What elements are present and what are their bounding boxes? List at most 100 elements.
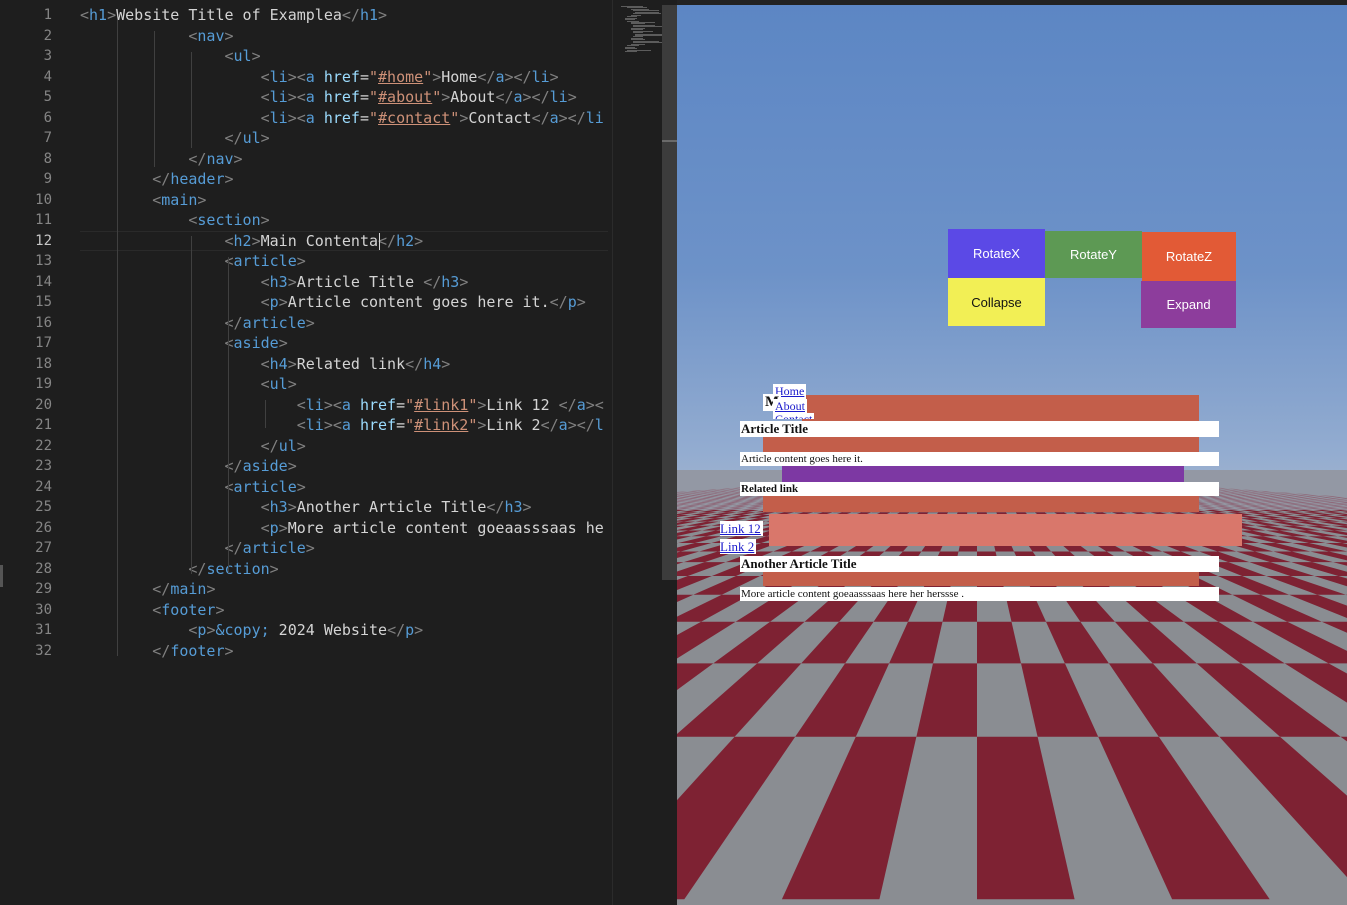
code-line[interactable]: </article>: [80, 538, 608, 559]
code-line[interactable]: <li><a href="#about">About</a></li>: [80, 87, 608, 108]
code-token: li: [269, 88, 288, 106]
code-token: >: [107, 6, 117, 24]
code-line[interactable]: <article>: [80, 477, 608, 498]
code-token: href: [359, 395, 397, 414]
code-line[interactable]: <main>: [80, 190, 608, 211]
code-token: <: [224, 231, 234, 250]
code-token: >: [278, 518, 288, 537]
rendered-nav-contact-link[interactable]: Contact: [773, 413, 815, 419]
code-line[interactable]: <li><a href="#link1">Link 12 </a><: [80, 395, 608, 416]
code-token: >: [459, 108, 469, 127]
code-editor[interactable]: 1 2 3 4 5 6 7 8 9 10 11 12 13 14 15 16 17 18 19 20 21 22 23 24 2…: [0, 0, 677, 905]
code-token: p: [567, 293, 577, 311]
code-line[interactable]: </article>: [80, 313, 608, 334]
code-line[interactable]: </section>: [80, 559, 608, 580]
code-line[interactable]: <h3>Article Title </h3>: [80, 272, 608, 293]
indent-guide: [117, 20, 118, 656]
rendered-nav-about-link[interactable]: About: [773, 399, 807, 414]
code-line[interactable]: <ul>: [80, 46, 608, 67]
code-line[interactable]: </nav>: [80, 149, 608, 170]
code-token: main: [161, 190, 198, 209]
code-line[interactable]: </ul>: [80, 436, 608, 457]
code-line[interactable]: </aside>: [80, 456, 608, 477]
code-line[interactable]: <h4>Related link</h4>: [80, 354, 608, 375]
code-line[interactable]: <ul>: [80, 374, 608, 395]
code-token: &copy;: [215, 621, 270, 639]
code-token: <: [260, 498, 270, 516]
code-token: a: [341, 416, 351, 434]
code-line[interactable]: <article>: [80, 251, 608, 272]
code-token: ><: [323, 416, 342, 434]
code-line[interactable]: </main>: [80, 579, 608, 600]
code-line[interactable]: <h1>Website Title of Examplea</h1>: [80, 5, 608, 26]
line-number: 25: [35, 499, 52, 515]
code-line[interactable]: <h2>Main Contenta</h2>: [80, 231, 608, 252]
3d-viewport[interactable]: RotateX RotateY RotateZ Collapse Expand …: [677, 0, 1347, 905]
rendered-link-2[interactable]: Link 2: [720, 539, 757, 554]
code-token: ul: [242, 129, 261, 147]
editor-scrollbar[interactable]: [662, 0, 677, 905]
code-token: >: [260, 211, 270, 229]
code-token: <: [260, 518, 270, 537]
code-line[interactable]: <h3>Another Article Title</h3>: [80, 497, 608, 518]
code-token: h1: [359, 6, 379, 24]
code-token: >: [224, 641, 234, 660]
code-line[interactable]: </ul>: [80, 128, 608, 149]
code-token: Contact: [468, 108, 532, 127]
code-line[interactable]: <section>: [80, 210, 608, 231]
rendered-link-12[interactable]: Link 12: [720, 521, 763, 536]
code-line[interactable]: </footer>: [80, 641, 608, 662]
line-number: 13: [35, 253, 52, 269]
code-token: h3: [504, 498, 523, 516]
code-token: <: [260, 108, 270, 127]
rotate-y-button[interactable]: RotateY: [1045, 231, 1142, 278]
code-area[interactable]: <h1>Website Title of Examplea</h1> <nav>…: [80, 5, 608, 661]
code-line[interactable]: <nav>: [80, 26, 608, 47]
code-line[interactable]: <p>&copy; 2024 Website</p>: [80, 620, 608, 641]
rendered-article-text: Article content goes here it.: [740, 452, 1219, 466]
code-line[interactable]: <footer>: [80, 600, 608, 621]
code-token: >: [441, 88, 451, 106]
layer-bar: [802, 395, 1199, 422]
code-line[interactable]: <p>Article content goes here it.</p>: [80, 292, 608, 313]
code-token: ": [450, 108, 460, 127]
line-number: 12: [35, 232, 52, 249]
scrollbar-thumb[interactable]: [662, 5, 677, 580]
code-token: p: [269, 518, 279, 537]
code-line[interactable]: <aside>: [80, 333, 608, 354]
rendered-related-title: Related link: [740, 482, 1219, 496]
code-line[interactable]: <li><a href="#contact">Contact</a></li: [80, 108, 608, 129]
rotate-z-button[interactable]: RotateZ: [1142, 232, 1236, 281]
rotate-x-button[interactable]: RotateX: [948, 229, 1045, 278]
code-token: >: [287, 498, 297, 516]
code-token: >: [296, 477, 306, 496]
code-token: >: [414, 621, 424, 639]
code-token: >: [224, 170, 234, 188]
indent-guide: [191, 236, 192, 574]
code-token: More article content goeaasssaas he: [287, 518, 604, 537]
code-token: >: [251, 231, 261, 250]
code-token: ></: [558, 108, 586, 127]
code-line[interactable]: <li><a href="#home">Home</a></li>: [80, 67, 608, 88]
minimap[interactable]: [612, 0, 665, 905]
code-token: <: [152, 190, 162, 209]
code-line[interactable]: <p>More article content goeaasssaas he: [80, 518, 608, 539]
code-line[interactable]: <li><a href="#link2">Link 2</a></l: [80, 415, 608, 436]
line-number: 28: [35, 560, 52, 577]
collapse-button[interactable]: Collapse: [948, 278, 1045, 326]
expand-button[interactable]: Expand: [1141, 281, 1236, 328]
code-token: >: [441, 354, 451, 373]
rendered-another-title: Another Article Title: [740, 556, 1219, 572]
code-token: Link 12: [486, 395, 559, 414]
line-number: 14: [35, 273, 52, 290]
line-number: 8: [43, 150, 52, 167]
code-line[interactable]: </header>: [80, 169, 608, 190]
